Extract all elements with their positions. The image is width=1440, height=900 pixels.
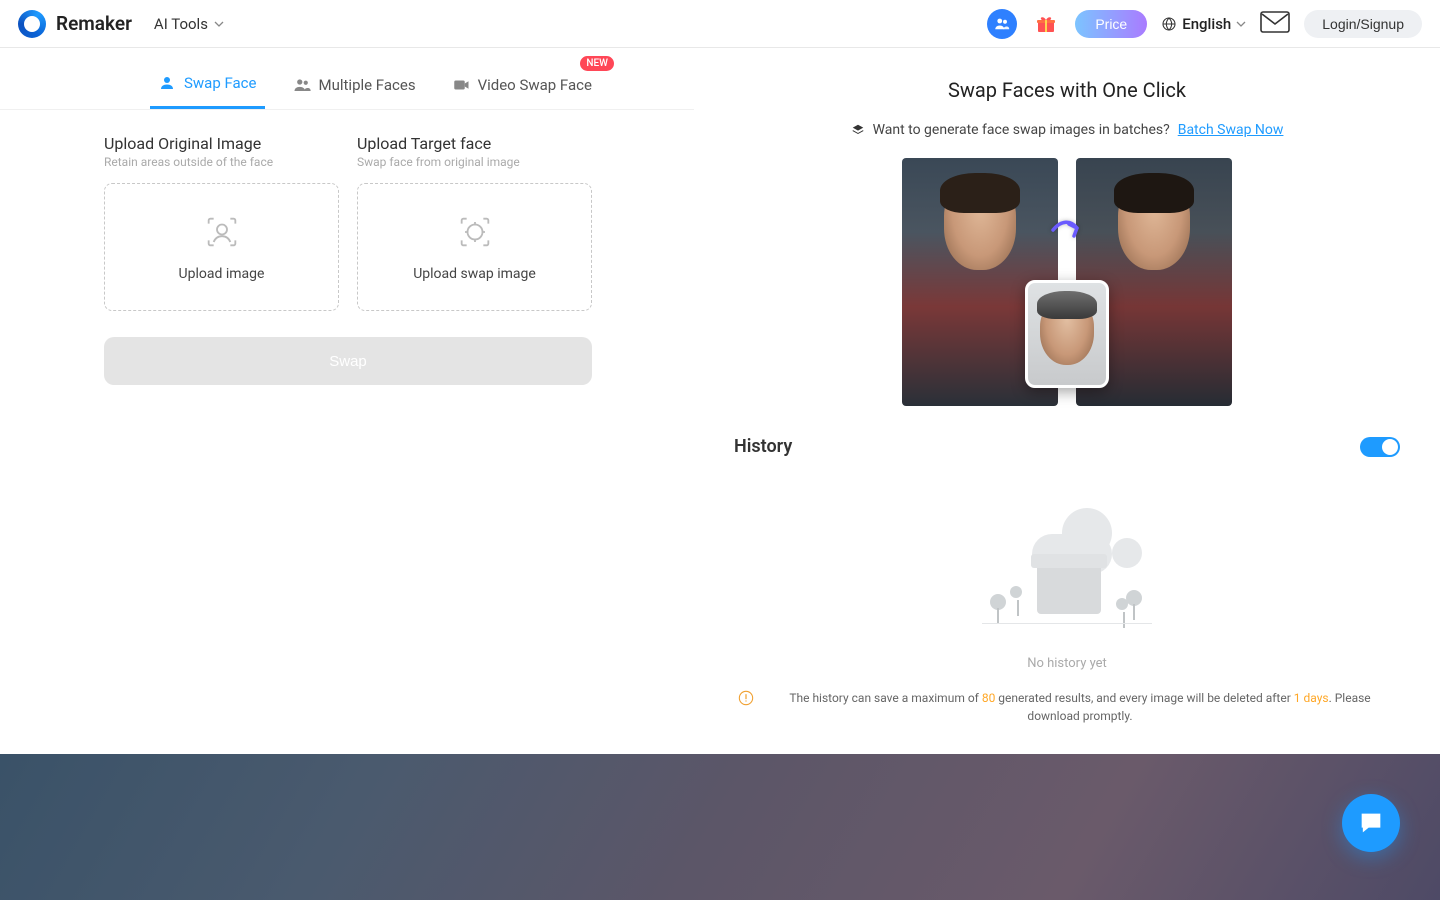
main-content: Swap Face Multiple Faces Video Swap Face…	[0, 48, 1440, 754]
language-label: English	[1182, 15, 1231, 33]
dropzone-label: Upload swap image	[413, 266, 536, 282]
batch-swap-link[interactable]: Batch Swap Now	[1178, 122, 1284, 138]
ai-tools-label: AI Tools	[154, 15, 208, 33]
video-icon	[452, 76, 470, 94]
face-scan-icon	[202, 212, 242, 252]
history-title: History	[734, 436, 792, 457]
history-notice: The history can save a maximum of 80 gen…	[734, 689, 1400, 725]
tab-multiple-faces[interactable]: Multiple Faces	[285, 66, 424, 109]
history-empty-state: No history yet	[734, 471, 1400, 671]
upload-section: Upload Original Image Retain areas outsi…	[0, 110, 694, 311]
preview-target-face-inset	[1025, 280, 1109, 388]
chevron-down-icon	[1236, 21, 1246, 27]
header-right: Price English Login/Signup	[987, 9, 1422, 39]
tab-swap-face[interactable]: Swap Face	[150, 66, 265, 109]
target-scan-icon	[455, 212, 495, 252]
right-panel: Swap Faces with One Click Want to genera…	[694, 48, 1440, 754]
dropzone-label: Upload image	[179, 266, 265, 282]
community-icon[interactable]	[987, 9, 1017, 39]
app-header: Remaker AI Tools Price English Login/Sig…	[0, 0, 1440, 48]
layers-icon	[851, 123, 865, 137]
login-signup-button[interactable]: Login/Signup	[1304, 10, 1422, 38]
tab-label: Multiple Faces	[319, 76, 416, 94]
empty-illustration	[962, 508, 1172, 638]
preview-example	[902, 158, 1232, 406]
upload-target-dropzone[interactable]: Upload swap image	[357, 183, 592, 311]
arrow-right-icon	[1047, 210, 1087, 250]
people-icon	[293, 76, 311, 94]
footer-hero	[0, 754, 1440, 900]
right-title: Swap Faces with One Click	[734, 78, 1400, 102]
tab-label: Video Swap Face	[478, 76, 592, 94]
upload-original-dropzone[interactable]: Upload image	[104, 183, 339, 311]
gift-icon[interactable]	[1031, 9, 1061, 39]
mail-icon[interactable]	[1260, 11, 1290, 37]
ai-tools-dropdown[interactable]: AI Tools	[154, 15, 224, 33]
notice-text: The history can save a maximum of 80 gen…	[764, 689, 1396, 725]
batch-prompt: Want to generate face swap images in bat…	[873, 122, 1170, 138]
upload-original-title: Upload Original Image	[104, 134, 339, 153]
globe-icon	[1161, 16, 1177, 32]
swap-button[interactable]: Swap	[104, 337, 592, 385]
tab-label: Swap Face	[184, 74, 257, 92]
mode-tabs: Swap Face Multiple Faces Video Swap Face…	[0, 48, 694, 110]
upload-original-subtitle: Retain areas outside of the face	[104, 155, 339, 169]
logo-icon	[18, 10, 46, 38]
chevron-down-icon	[214, 21, 224, 27]
upload-target-subtitle: Swap face from original image	[357, 155, 592, 169]
header-left: Remaker AI Tools	[18, 10, 224, 38]
tab-video-swap-face[interactable]: Video Swap Face NEW	[444, 66, 600, 109]
brand-name: Remaker	[56, 12, 132, 35]
history-header: History	[734, 436, 1400, 457]
empty-history-label: No history yet	[1027, 656, 1107, 671]
left-panel: Swap Face Multiple Faces Video Swap Face…	[0, 48, 694, 754]
new-badge: NEW	[580, 56, 614, 71]
batch-swap-row: Want to generate face swap images in bat…	[734, 122, 1400, 138]
upload-target-title: Upload Target face	[357, 134, 592, 153]
chat-fab[interactable]	[1342, 794, 1400, 852]
warning-icon	[738, 690, 754, 706]
brand-logo[interactable]: Remaker	[18, 10, 132, 38]
person-icon	[158, 74, 176, 92]
language-selector[interactable]: English	[1161, 15, 1246, 33]
history-toggle[interactable]	[1360, 437, 1400, 457]
price-button[interactable]: Price	[1075, 10, 1147, 38]
upload-target-column: Upload Target face Swap face from origin…	[357, 134, 592, 311]
chat-icon	[1357, 809, 1385, 837]
upload-original-column: Upload Original Image Retain areas outsi…	[104, 134, 339, 311]
